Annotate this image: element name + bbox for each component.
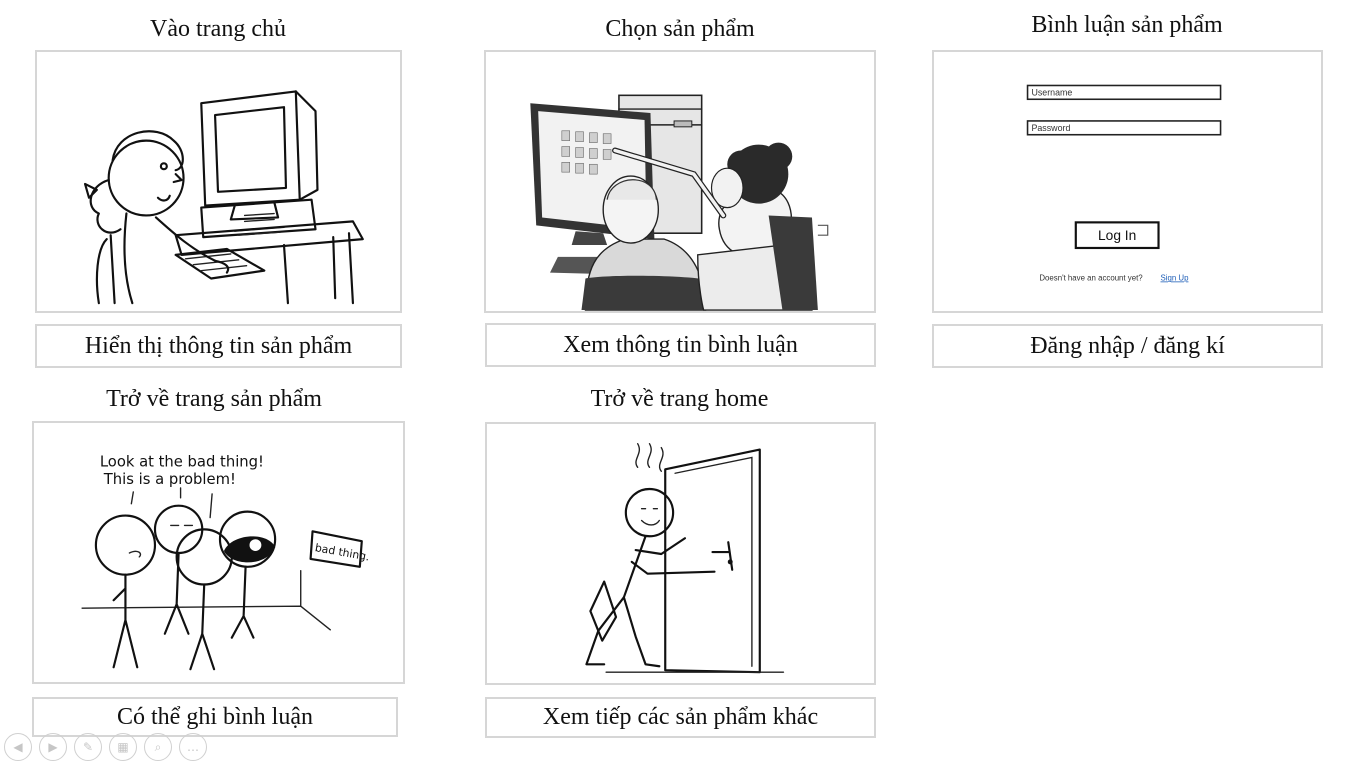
previous-icon[interactable]: ◀ xyxy=(4,733,32,761)
panel-1-illustration xyxy=(35,50,402,313)
signup-link[interactable]: Sign Up xyxy=(1160,273,1189,282)
panel-5-title: Trở về trang home xyxy=(590,386,769,412)
girl-at-computer-image xyxy=(83,90,364,305)
panel-3-title: Bình luận sản phẩm xyxy=(1031,12,1223,38)
panel-2-title: Chọn sản phẩm xyxy=(605,16,755,42)
username-placeholder: Username xyxy=(1031,87,1072,97)
panel-1-title: Vào trang chủ xyxy=(150,16,286,42)
panel-4-illustration: Look at the bad thing! This is a problem… xyxy=(32,421,405,684)
zoom-icon[interactable]: ⌕ xyxy=(144,733,172,761)
more-icon[interactable]: … xyxy=(179,733,207,761)
login-wireframe: Username Password Log In Doesn't have an… xyxy=(1026,84,1222,282)
panel-1-caption: Hiển thị thông tin sản phẩm xyxy=(35,324,402,368)
pen-icon[interactable]: ✎ xyxy=(74,733,102,761)
panel-2-illustration xyxy=(484,50,876,313)
panel-4-caption: Có thể ghi bình luận xyxy=(32,697,398,737)
panel-2-caption: Xem thông tin bình luận xyxy=(485,323,876,367)
stick-figure-opening-door xyxy=(585,443,785,674)
speech-line-1: Look at the bad thing! xyxy=(100,453,264,470)
panel-3-caption: Đăng nhập / đăng kí xyxy=(932,324,1323,368)
next-icon[interactable]: ▶ xyxy=(39,733,67,761)
people-choosing-product-image xyxy=(530,94,829,311)
stick-figures-comic: Look at the bad thing! This is a problem… xyxy=(81,453,371,671)
panel-5-caption: Xem tiếp các sản phẩm khác xyxy=(485,697,876,738)
login-button-label: Log In xyxy=(1098,228,1136,243)
password-placeholder: Password xyxy=(1031,123,1070,133)
panel-3-login-mockup: Username Password Log In Doesn't have an… xyxy=(932,50,1323,313)
signup-prompt: Doesn't have an account yet? xyxy=(1039,273,1143,282)
slideshow-controls: ◀ ▶ ✎ ▦ ⌕ … xyxy=(4,733,207,761)
speech-line-2: This is a problem! xyxy=(103,471,236,488)
panel-5-illustration xyxy=(485,422,876,685)
panel-4-title: Trở về trang sản phẩm xyxy=(106,386,322,412)
slides-icon[interactable]: ▦ xyxy=(109,733,137,761)
